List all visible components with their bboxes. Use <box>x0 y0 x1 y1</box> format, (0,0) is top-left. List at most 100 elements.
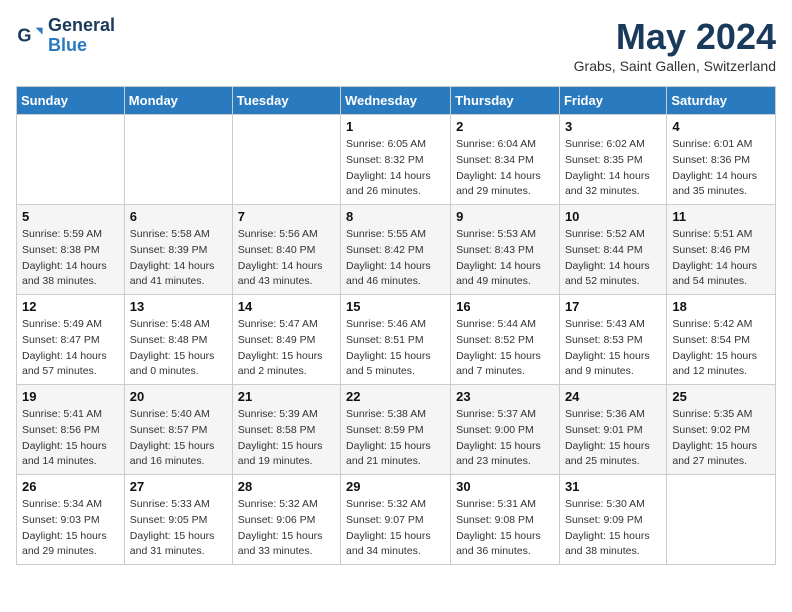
calendar-cell: 29 Sunrise: 5:32 AMSunset: 9:07 PMDayligh… <box>341 475 451 565</box>
location: Grabs, Saint Gallen, Switzerland <box>574 58 776 74</box>
day-number: 13 <box>130 299 227 314</box>
weekday-header-sunday: Sunday <box>17 87 125 115</box>
day-number: 11 <box>672 209 770 224</box>
calendar-cell <box>124 115 232 205</box>
logo: G General Blue <box>16 16 115 56</box>
calendar-cell: 19 Sunrise: 5:41 AMSunset: 8:56 PMDayligh… <box>17 385 125 475</box>
day-number: 19 <box>22 389 119 404</box>
day-info: Sunrise: 5:32 AMSunset: 9:06 PMDaylight:… <box>238 497 335 560</box>
calendar-cell: 13 Sunrise: 5:48 AMSunset: 8:48 PMDayligh… <box>124 295 232 385</box>
day-info: Sunrise: 5:30 AMSunset: 9:09 PMDaylight:… <box>565 497 661 560</box>
weekday-header-tuesday: Tuesday <box>232 87 340 115</box>
calendar-cell: 25Sunrise: 5:35 AMSunset: 9:02 PMDayligh… <box>667 385 776 475</box>
weekday-header-monday: Monday <box>124 87 232 115</box>
calendar-cell: 7Sunrise: 5:56 AMSunset: 8:40 PMDaylight… <box>232 205 340 295</box>
day-number: 18 <box>672 299 770 314</box>
day-number: 12 <box>22 299 119 314</box>
title-block: May 2024 Grabs, Saint Gallen, Switzerlan… <box>574 16 776 74</box>
calendar-table: SundayMondayTuesdayWednesdayThursdayFrid… <box>16 86 776 565</box>
day-number: 2 <box>456 119 554 134</box>
calendar-cell: 14 Sunrise: 5:47 AMSunset: 8:49 PMDayligh… <box>232 295 340 385</box>
day-info: Sunrise: 5:51 AMSunset: 8:46 PMDaylight:… <box>672 227 770 290</box>
day-info: Sunrise: 5:46 AMSunset: 8:51 PMDaylight:… <box>346 317 445 380</box>
weekday-header-friday: Friday <box>559 87 666 115</box>
day-info: Sunrise: 5:33 AMSunset: 9:05 PMDaylight:… <box>130 497 227 560</box>
day-info: Sunrise: 6:01 AMSunset: 8:36 PMDaylight:… <box>672 137 770 200</box>
week-row-1: 1 Sunrise: 6:05 AMSunset: 8:32 PMDaylight… <box>17 115 776 205</box>
day-info: Sunrise: 5:41 AMSunset: 8:56 PMDaylight:… <box>22 407 119 470</box>
day-info: Sunrise: 5:36 AMSunset: 9:01 PMDaylight:… <box>565 407 661 470</box>
day-number: 6 <box>130 209 227 224</box>
day-info: Sunrise: 5:55 AMSunset: 8:42 PMDaylight:… <box>346 227 445 290</box>
day-info: Sunrise: 5:38 AMSunset: 8:59 PMDaylight:… <box>346 407 445 470</box>
calendar-cell <box>232 115 340 205</box>
day-number: 16 <box>456 299 554 314</box>
calendar-cell <box>667 475 776 565</box>
calendar-cell: 2 Sunrise: 6:04 AMSunset: 8:34 PMDaylight… <box>451 115 560 205</box>
day-info: Sunrise: 5:52 AMSunset: 8:44 PMDaylight:… <box>565 227 661 290</box>
day-number: 1 <box>346 119 445 134</box>
weekday-header-saturday: Saturday <box>667 87 776 115</box>
day-number: 24 <box>565 389 661 404</box>
day-info: Sunrise: 5:40 AMSunset: 8:57 PMDaylight:… <box>130 407 227 470</box>
day-info: Sunrise: 5:56 AMSunset: 8:40 PMDaylight:… <box>238 227 335 290</box>
month-title: May 2024 <box>574 16 776 58</box>
calendar-cell: 20Sunrise: 5:40 AMSunset: 8:57 PMDayligh… <box>124 385 232 475</box>
day-info: Sunrise: 5:47 AMSunset: 8:49 PMDaylight:… <box>238 317 335 380</box>
day-info: Sunrise: 6:04 AMSunset: 8:34 PMDaylight:… <box>456 137 554 200</box>
day-info: Sunrise: 5:53 AMSunset: 8:43 PMDaylight:… <box>456 227 554 290</box>
calendar-cell: 4 Sunrise: 6:01 AMSunset: 8:36 PMDaylight… <box>667 115 776 205</box>
calendar-cell: 22Sunrise: 5:38 AMSunset: 8:59 PMDayligh… <box>341 385 451 475</box>
calendar-cell: 28Sunrise: 5:32 AMSunset: 9:06 PMDayligh… <box>232 475 340 565</box>
calendar-cell <box>17 115 125 205</box>
calendar-cell: 27 Sunrise: 5:33 AMSunset: 9:05 PMDayligh… <box>124 475 232 565</box>
day-info: Sunrise: 6:02 AMSunset: 8:35 PMDaylight:… <box>565 137 661 200</box>
calendar-cell: 1 Sunrise: 6:05 AMSunset: 8:32 PMDaylight… <box>341 115 451 205</box>
day-info: Sunrise: 5:42 AMSunset: 8:54 PMDaylight:… <box>672 317 770 380</box>
calendar-cell: 26Sunrise: 5:34 AMSunset: 9:03 PMDayligh… <box>17 475 125 565</box>
day-info: Sunrise: 5:48 AMSunset: 8:48 PMDaylight:… <box>130 317 227 380</box>
day-info: Sunrise: 5:44 AMSunset: 8:52 PMDaylight:… <box>456 317 554 380</box>
weekday-header-row: SundayMondayTuesdayWednesdayThursdayFrid… <box>17 87 776 115</box>
calendar-cell: 18 Sunrise: 5:42 AMSunset: 8:54 PMDayligh… <box>667 295 776 385</box>
week-row-3: 12Sunrise: 5:49 AMSunset: 8:47 PMDayligh… <box>17 295 776 385</box>
day-number: 4 <box>672 119 770 134</box>
weekday-header-wednesday: Wednesday <box>341 87 451 115</box>
weekday-header-thursday: Thursday <box>451 87 560 115</box>
calendar-cell: 17 Sunrise: 5:43 AMSunset: 8:53 PMDayligh… <box>559 295 666 385</box>
calendar-cell: 11 Sunrise: 5:51 AMSunset: 8:46 PMDayligh… <box>667 205 776 295</box>
day-info: Sunrise: 5:34 AMSunset: 9:03 PMDaylight:… <box>22 497 119 560</box>
calendar-cell: 3Sunrise: 6:02 AMSunset: 8:35 PMDaylight… <box>559 115 666 205</box>
day-info: Sunrise: 5:37 AMSunset: 9:00 PMDaylight:… <box>456 407 554 470</box>
day-number: 29 <box>346 479 445 494</box>
calendar-cell: 21Sunrise: 5:39 AMSunset: 8:58 PMDayligh… <box>232 385 340 475</box>
day-info: Sunrise: 5:59 AMSunset: 8:38 PMDaylight:… <box>22 227 119 290</box>
day-number: 8 <box>346 209 445 224</box>
calendar-cell: 31 Sunrise: 5:30 AMSunset: 9:09 PMDayligh… <box>559 475 666 565</box>
calendar-cell: 10 Sunrise: 5:52 AMSunset: 8:44 PMDayligh… <box>559 205 666 295</box>
week-row-5: 26Sunrise: 5:34 AMSunset: 9:03 PMDayligh… <box>17 475 776 565</box>
calendar-cell: 15Sunrise: 5:46 AMSunset: 8:51 PMDayligh… <box>341 295 451 385</box>
calendar-cell: 16 Sunrise: 5:44 AMSunset: 8:52 PMDayligh… <box>451 295 560 385</box>
day-number: 14 <box>238 299 335 314</box>
day-info: Sunrise: 5:35 AMSunset: 9:02 PMDaylight:… <box>672 407 770 470</box>
day-info: Sunrise: 5:43 AMSunset: 8:53 PMDaylight:… <box>565 317 661 380</box>
day-number: 17 <box>565 299 661 314</box>
svg-text:G: G <box>17 25 31 45</box>
day-info: Sunrise: 5:39 AMSunset: 8:58 PMDaylight:… <box>238 407 335 470</box>
day-info: Sunrise: 5:32 AMSunset: 9:07 PMDaylight:… <box>346 497 445 560</box>
calendar-cell: 6 Sunrise: 5:58 AMSunset: 8:39 PMDaylight… <box>124 205 232 295</box>
day-number: 30 <box>456 479 554 494</box>
day-info: Sunrise: 5:58 AMSunset: 8:39 PMDaylight:… <box>130 227 227 290</box>
day-number: 23 <box>456 389 554 404</box>
page-header: G General Blue May 2024 Grabs, Saint Gal… <box>16 16 776 74</box>
day-number: 31 <box>565 479 661 494</box>
day-info: Sunrise: 6:05 AMSunset: 8:32 PMDaylight:… <box>346 137 445 200</box>
week-row-4: 19 Sunrise: 5:41 AMSunset: 8:56 PMDayligh… <box>17 385 776 475</box>
day-number: 10 <box>565 209 661 224</box>
day-info: Sunrise: 5:31 AMSunset: 9:08 PMDaylight:… <box>456 497 554 560</box>
calendar-cell: 8 Sunrise: 5:55 AMSunset: 8:42 PMDaylight… <box>341 205 451 295</box>
day-number: 27 <box>130 479 227 494</box>
day-number: 9 <box>456 209 554 224</box>
calendar-cell: 24 Sunrise: 5:36 AMSunset: 9:01 PMDayligh… <box>559 385 666 475</box>
